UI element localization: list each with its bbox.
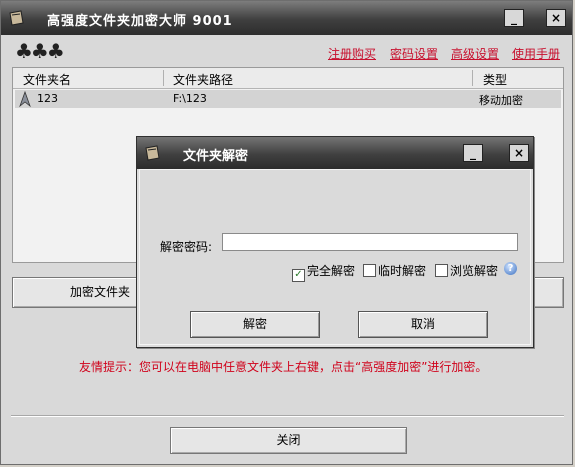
checkbox-checked-icon[interactable]: ✓ (292, 269, 305, 282)
row-folder-name: 123 (37, 92, 58, 105)
folder-lock-icon (19, 90, 31, 110)
option-label: 浏览解密 (450, 264, 499, 278)
user-manual-link[interactable]: 使用手册 (512, 45, 560, 62)
register-link[interactable]: 注册购买 (328, 45, 376, 62)
option-browse-decrypt[interactable]: 浏览解密 (435, 262, 498, 279)
checkbox-icon[interactable] (363, 264, 376, 277)
option-label: 临时解密 (378, 264, 427, 278)
close-icon[interactable]: × (546, 9, 566, 27)
decor-clubs-icon: ♣♣♣ (15, 39, 65, 63)
dialog-minimize-button[interactable]: _ (463, 144, 483, 162)
column-divider[interactable] (163, 70, 164, 86)
password-field[interactable] (222, 233, 518, 251)
title-bar[interactable]: 高强度文件夹加密大师 9001 _ × (1, 1, 572, 35)
app-icon (7, 9, 25, 27)
table-row[interactable]: 123 F:\123 移动加密 (15, 90, 561, 108)
help-icon[interactable]: ? (504, 262, 517, 275)
close-button[interactable]: 关闭 (170, 427, 407, 454)
option-temp-decrypt[interactable]: 临时解密 (363, 262, 426, 279)
column-header-name[interactable]: 文件夹名 (23, 71, 71, 88)
row-folder-type: 移动加密 (479, 94, 523, 107)
dialog-title-bar[interactable]: 文件夹解密 _ × (137, 137, 533, 169)
option-label: 完全解密 (307, 264, 356, 278)
column-header-path[interactable]: 文件夹路径 (173, 71, 233, 88)
decrypt-button[interactable]: 解密 (190, 311, 320, 338)
column-divider[interactable] (472, 70, 473, 86)
list-header: 文件夹名 文件夹路径 类型 (13, 68, 563, 89)
column-header-type[interactable]: 类型 (483, 71, 507, 88)
dialog-body: 解密密码: ✓ 完全解密 临时解密 浏览解密 ? 解密 取消 (139, 169, 531, 345)
advanced-settings-link[interactable]: 高级设置 (451, 45, 499, 62)
password-label: 解密密码: (160, 240, 213, 254)
minimize-button[interactable]: _ (504, 9, 524, 27)
password-settings-link[interactable]: 密码设置 (390, 45, 438, 62)
dialog-close-icon[interactable]: × (509, 144, 529, 162)
dialog-title: 文件夹解密 (183, 149, 249, 164)
row-folder-path: F:\123 (173, 92, 207, 105)
cancel-button[interactable]: 取消 (358, 311, 488, 338)
divider (11, 415, 564, 417)
app-icon (143, 144, 161, 165)
checkbox-icon[interactable] (435, 264, 448, 277)
window-title: 高强度文件夹加密大师 9001 (47, 14, 233, 29)
tip-text: 友情提示：您可以在电脑中任意文件夹上右键，点击“高强度加密”进行加密。 (79, 360, 488, 374)
option-full-decrypt[interactable]: ✓ 完全解密 (292, 262, 355, 282)
decrypt-dialog: 文件夹解密 _ × 解密密码: ✓ 完全解密 临时解密 浏览解密 ? 解密 取消 (136, 136, 534, 348)
